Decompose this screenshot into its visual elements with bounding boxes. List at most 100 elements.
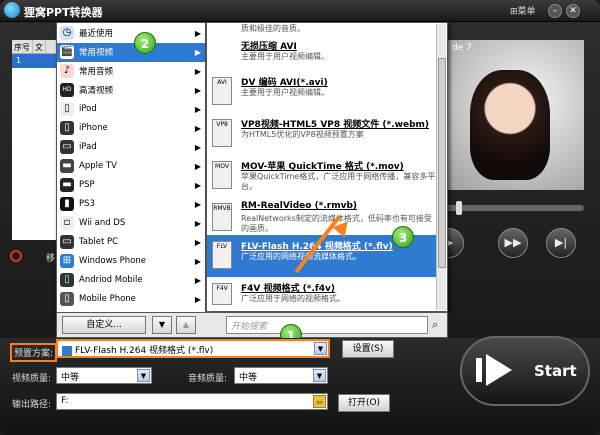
android-icon: ▯ — [60, 273, 74, 288]
move-down-icon[interactable]: ▼ — [152, 316, 172, 334]
dropdown-arrow-icon[interactable]: ▼ — [137, 369, 150, 382]
submenu-arrow-icon: ▶ — [194, 218, 201, 228]
dropdown-arrow-icon[interactable]: ▼ — [314, 342, 327, 355]
menu-item-ipod[interactable]: ▯ iPod ▶ — [57, 100, 205, 119]
menu-item-hd-video[interactable]: HD 高清视频 ▶ — [57, 81, 205, 100]
menu-item-wii-ds[interactable]: ▫ Wii and DS ▶ — [57, 214, 205, 233]
search-icon[interactable]: ⌕ — [432, 318, 444, 331]
settings-button[interactable]: 设置(S) — [342, 340, 394, 358]
submenu-arrow-icon: ▶ — [194, 180, 201, 190]
open-button[interactable]: 打开(O) — [338, 394, 390, 412]
submenu-arrow-icon: ▶ — [194, 123, 201, 133]
ipod-icon: ▯ — [60, 102, 74, 117]
menu-item-ps3[interactable]: ▮ PS3 ▶ — [57, 195, 205, 214]
wii-ds-icon: ▫ — [60, 216, 74, 231]
custom-button[interactable]: 自定义... — [62, 316, 146, 334]
menu-item-tablet-pc[interactable]: ▭ Tablet PC ▶ — [57, 233, 205, 252]
mov-file-icon: MOV — [212, 161, 232, 189]
preset-select[interactable]: FLV-Flash H.264 视频格式 (*.flv) ▼ — [56, 339, 330, 358]
remove-label[interactable]: 移 — [46, 251, 55, 264]
table-row[interactable]: 1 — [12, 54, 58, 68]
move-up-icon[interactable]: ▲ — [176, 316, 196, 334]
preview-image — [470, 70, 550, 180]
flv-file-icon: FLV — [212, 241, 232, 269]
fast-forward-icon[interactable]: ▶▶ — [498, 228, 528, 258]
video-quality-label: 视频质量: — [12, 374, 52, 384]
music-icon: ♪ — [60, 64, 74, 79]
film-icon — [62, 345, 72, 356]
ps3-icon: ▮ — [60, 197, 74, 212]
format-item-dv-avi[interactable]: AVI DV 编码 AVI(*.avi) 主要用于用户视频编辑。 — [207, 71, 437, 111]
windows-phone-icon: ⊞ — [60, 254, 74, 269]
tablet-pc-icon: ▭ — [60, 235, 74, 250]
format-item-vp8-webm[interactable]: VP8 VP8视频-HTML5 VP8 视频文件 (*.webm) 为HTML5… — [207, 113, 437, 153]
step-badge-2: 2 — [134, 32, 156, 54]
avi-file-icon: AVI — [212, 77, 232, 105]
menu-button[interactable]: ⊞菜单 — [510, 4, 536, 17]
submenu-arrow-icon: ▶ — [194, 256, 201, 266]
menu-item-common-video[interactable]: 🎬 常用视频 ▶ — [57, 43, 205, 62]
format-item-lossless-avi[interactable]: 无损压缩 AVI 主要用于用户视频编辑。 — [207, 37, 437, 71]
submenu-arrow-icon: ▶ — [194, 28, 201, 38]
submenu-arrow-icon: ▶ — [194, 294, 201, 304]
output-path-label: 输出路径: — [12, 400, 52, 410]
video-quality-select[interactable]: 中等 ▼ — [56, 367, 152, 384]
menu-item-mobile-phone[interactable]: ▯ Mobile Phone ▶ — [57, 290, 205, 309]
clock-icon: ◷ — [60, 26, 74, 41]
submenu-arrow-icon: ▶ — [194, 275, 201, 285]
menu-item-windows-phone[interactable]: ⊞ Windows Phone ▶ — [57, 252, 205, 271]
menu-item-apple-tv[interactable]: ▬ Apple TV ▶ — [57, 157, 205, 176]
rmvb-file-icon: RMVB — [212, 203, 232, 231]
submenu-arrow-icon: ▶ — [194, 85, 201, 95]
remove-icon[interactable] — [10, 250, 22, 262]
app-title: 狸窝PPT转换器 — [24, 6, 103, 19]
format-item-partial[interactable]: 质和极佳的音质。 — [207, 23, 437, 37]
folder-icon[interactable]: ▭ — [313, 395, 326, 408]
submenu-arrow-icon: ▶ — [194, 66, 201, 76]
step-badge-3: 3 — [392, 226, 414, 248]
menu-item-ipad[interactable]: ▭ iPad ▶ — [57, 138, 205, 157]
audio-quality-label: 音频质量: — [188, 374, 228, 384]
film-icon: 🎬 — [60, 45, 74, 60]
apple-tv-icon: ▬ — [60, 159, 74, 174]
dropdown-arrow-icon[interactable]: ▼ — [313, 369, 326, 382]
submenu-arrow-icon: ▶ — [194, 104, 201, 114]
scrollbar-thumb[interactable] — [438, 58, 446, 268]
iphone-icon: ▯ — [60, 121, 74, 136]
output-path-input[interactable]: F: ▭ — [56, 393, 328, 410]
hd-icon: HD — [60, 83, 74, 98]
category-menu: ◷ 最近使用 ▶ 🎬 常用视频 ▶ ♪ 常用音频 ▶ HD 高清视频 ▶ ▯ iPod ▶… — [56, 22, 206, 320]
start-label[interactable]: Start — [534, 362, 577, 380]
title-bar: 狸窝PPT转换器 ⊞菜单 – ✕ — [0, 0, 600, 22]
app-logo-icon — [4, 2, 20, 18]
submenu-arrow-icon: ▶ — [194, 199, 201, 209]
seek-handle[interactable] — [456, 201, 462, 215]
menu-item-common-audio[interactable]: ♪ 常用音频 ▶ — [57, 62, 205, 81]
menu-item-iphone[interactable]: ▯ iPhone ▶ — [57, 119, 205, 138]
next-icon[interactable]: ▶| — [546, 228, 576, 258]
format-item-mov[interactable]: MOV MOV-苹果 QuickTime 格式 (*.mov) 苹果QuickT… — [207, 155, 437, 195]
close-icon[interactable]: ✕ — [566, 4, 580, 18]
column-header: 文 — [33, 40, 46, 53]
format-menu-scrollbar[interactable] — [436, 24, 446, 310]
format-menu: 质和极佳的音质。 无损压缩 AVI 主要用于用户视频编辑。 AVI DV 编码 … — [206, 22, 448, 312]
menu-item-recent[interactable]: ◷ 最近使用 ▶ — [57, 24, 205, 43]
submenu-arrow-icon: ▶ — [194, 237, 201, 247]
submenu-arrow-icon: ▶ — [194, 142, 201, 152]
app-window: 狸窝PPT转换器 ⊞菜单 – ✕ 序号 文 1 移 de 7 ▶ ▶▶ ▶| ◷… — [0, 0, 600, 435]
menu-item-android-mobile[interactable]: ▯ Andriod Mobile ▶ — [57, 271, 205, 290]
menu-item-psp[interactable]: ▬ PSP ▶ — [57, 176, 205, 195]
search-input[interactable]: 开始搜索 — [226, 316, 428, 334]
file-table: 序号 文 1 — [12, 40, 58, 240]
submenu-arrow-icon: ▶ — [194, 47, 201, 57]
vp8-file-icon: VP8 — [212, 119, 232, 147]
minimize-icon[interactable]: – — [548, 4, 562, 18]
audio-quality-select[interactable]: 中等 ▼ — [234, 367, 328, 384]
format-item-f4v[interactable]: F4V F4V 视频格式 (*.f4v) 广泛应用于网络的视频格式。 — [207, 277, 437, 311]
table-header: 序号 文 — [12, 40, 58, 54]
preset-label: 预置方案: — [10, 343, 58, 362]
preview-tab: de 7 — [452, 43, 472, 53]
mobile-phone-icon: ▯ — [60, 292, 74, 307]
psp-icon: ▬ — [60, 178, 74, 193]
submenu-arrow-icon: ▶ — [194, 161, 201, 171]
